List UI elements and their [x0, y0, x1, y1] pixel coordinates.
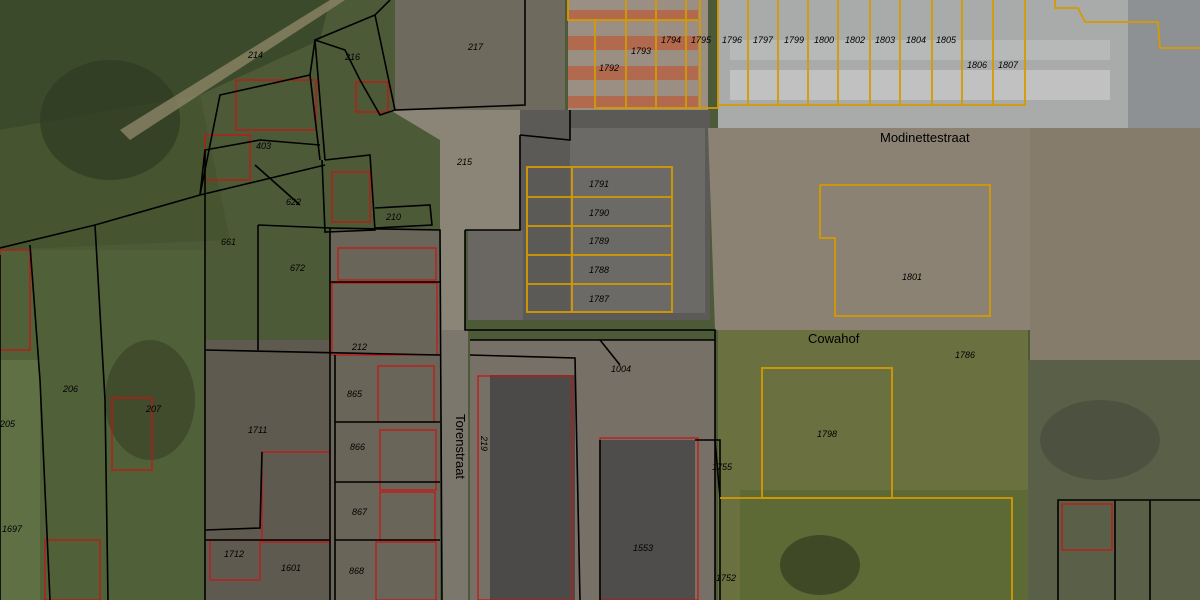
street-label-modinettestraat: Modinettestraat	[880, 130, 970, 145]
parcel-label[interactable]: 1803	[875, 35, 895, 45]
parcel-label[interactable]: 1712	[224, 549, 244, 559]
parcel-label[interactable]: 868	[349, 566, 364, 576]
parcel-label[interactable]: 1792	[599, 63, 619, 73]
parcel-label[interactable]: 1801	[902, 272, 922, 282]
parcel-label[interactable]: 1796	[722, 35, 742, 45]
parcel-label[interactable]: 403	[256, 141, 271, 151]
parcel-label[interactable]: 212	[351, 342, 367, 352]
parcel-label[interactable]: 672	[290, 263, 305, 273]
aerial-cadastral-map[interactable]: Modinettestraat Cowahof Torenstraat 214 …	[0, 0, 1200, 600]
parcel-label[interactable]: 1793	[631, 46, 651, 56]
parcel-label[interactable]: 1755	[712, 462, 733, 472]
parcel-label[interactable]: 1798	[817, 429, 837, 439]
parcel-label[interactable]: 214	[247, 50, 263, 60]
parcel-label[interactable]: 1806	[967, 60, 987, 70]
parcel-label[interactable]: 207	[145, 404, 162, 414]
parcel-label[interactable]: 1799	[784, 35, 804, 45]
parcel-label[interactable]: 1807	[998, 60, 1019, 70]
parcel-label[interactable]: 622	[286, 197, 301, 207]
parcel-label[interactable]: 217	[467, 42, 484, 52]
street-label-torenstraat: Torenstraat	[453, 414, 468, 479]
parcel-label[interactable]: 1697	[2, 524, 23, 534]
parcel-label[interactable]: 1805	[936, 35, 957, 45]
parcel-label[interactable]: 1794	[661, 35, 681, 45]
parcel-label[interactable]: 216	[344, 52, 360, 62]
parcel-label[interactable]: 1788	[589, 265, 609, 275]
parcel-label[interactable]: 1800	[814, 35, 834, 45]
parcel-label[interactable]: 1553	[633, 543, 653, 553]
parcel-label[interactable]: 1797	[753, 35, 774, 45]
parcel-label[interactable]: 661	[221, 237, 236, 247]
parcel-label[interactable]: 1711	[248, 425, 267, 435]
parcel-label[interactable]: 865	[347, 389, 363, 399]
parcel-label[interactable]: 1601	[281, 563, 301, 573]
parcel-label[interactable]: 1786	[955, 350, 975, 360]
parcel-label[interactable]: 210	[385, 212, 401, 222]
parcel-label[interactable]: 1004	[611, 364, 631, 374]
parcel-label[interactable]: 866	[350, 442, 365, 452]
street-label-cowahof: Cowahof	[808, 331, 860, 346]
parcel-label[interactable]: 215	[456, 157, 473, 167]
parcel-label[interactable]: 206	[62, 384, 78, 394]
parcel-label[interactable]: 1804	[906, 35, 926, 45]
parcel-label[interactable]: 867	[352, 507, 368, 517]
parcel-label[interactable]: 1791	[589, 179, 609, 189]
map-canvas[interactable]: Modinettestraat Cowahof Torenstraat 214 …	[0, 0, 1200, 600]
parcel-label[interactable]: 1752	[716, 573, 736, 583]
parcel-label[interactable]: 1795	[691, 35, 712, 45]
parcel-label[interactable]: 1787	[589, 294, 610, 304]
parcel-label[interactable]: 205	[0, 419, 16, 429]
parcel-label[interactable]: 1790	[589, 208, 609, 218]
parcel-label[interactable]: 1802	[845, 35, 865, 45]
parcel-label[interactable]: 219	[479, 435, 489, 451]
parcel-label[interactable]: 1789	[589, 236, 609, 246]
